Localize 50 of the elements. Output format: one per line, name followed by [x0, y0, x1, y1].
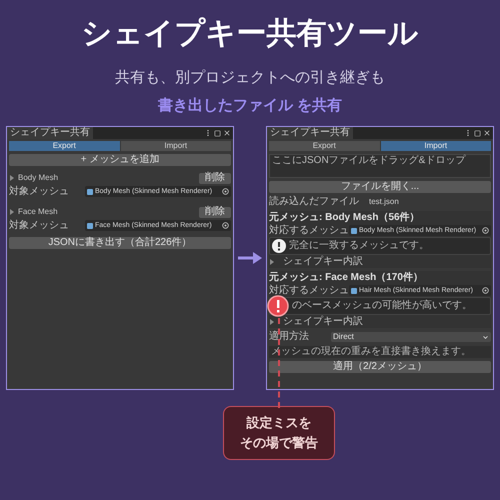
triangle-icon: [269, 319, 275, 325]
action-button[interactable]: ファイルを開く...: [269, 181, 491, 193]
foldout-label[interactable]: Body Mesh: [18, 172, 196, 184]
triangle-icon: [9, 209, 15, 215]
field-value: test.json: [369, 198, 399, 206]
close-icon[interactable]: [223, 129, 231, 137]
help-message: のベースメッシュの可能性が高いです。: [292, 301, 472, 311]
triangle-icon: [9, 175, 15, 181]
field-label: 読み込んだファイル: [269, 196, 360, 208]
maximize-icon[interactable]: [474, 130, 481, 136]
tab[interactable]: Export: [9, 141, 120, 151]
remove-button[interactable]: 削除: [199, 206, 231, 218]
field-label: 対応するメッシュ: [269, 226, 345, 236]
field-label: 対象メッシュ: [9, 186, 70, 196]
section-title: 元メッシュ: Body Mesh（56件）: [269, 212, 421, 224]
remove-button[interactable]: 削除: [199, 172, 231, 184]
warning-marker-icon: [267, 295, 289, 317]
field-label: 対象メッシュ: [9, 220, 70, 230]
help-message: 完全に一致するメッシュです。: [289, 241, 429, 251]
maximize-icon[interactable]: [214, 130, 221, 136]
callout-note: 設定ミスを その場で警告: [223, 406, 335, 460]
arrow-icon: [238, 251, 262, 265]
page-title: シェイプキー共有ツール: [82, 16, 418, 52]
drop-zone[interactable]: ここにJSONファイルをドラッグ&ドロップ: [269, 154, 491, 178]
close-icon[interactable]: [483, 129, 491, 137]
target-icon[interactable]: [222, 188, 229, 195]
highlight-text: 書き出したファイル を共有: [158, 96, 342, 116]
triangle-icon: [269, 259, 275, 265]
action-button[interactable]: JSONに書き出す（合計226件）: [9, 237, 231, 249]
mesh-icon: [87, 188, 93, 194]
tab[interactable]: Import: [120, 141, 231, 151]
field-label: 対応するメッシュ: [269, 286, 345, 296]
foldout-label[interactable]: シェイプキー内訳: [283, 257, 363, 267]
section-title: 元メッシュ: Face Mesh（170件）: [269, 272, 424, 284]
action-button[interactable]: 適用（2/2メッシュ）: [269, 361, 491, 373]
chevron-down-icon: [482, 334, 489, 340]
tab[interactable]: Export: [269, 141, 380, 151]
foldout-label[interactable]: シェイプキー内訳: [283, 317, 363, 327]
mesh-icon: [351, 288, 357, 294]
mesh-icon: [87, 222, 93, 228]
subtitle: 共有も、別プロジェクトへの引き継ぎも: [115, 68, 385, 88]
tab[interactable]: Import: [380, 141, 491, 151]
target-icon[interactable]: [482, 287, 489, 294]
target-icon[interactable]: [482, 227, 489, 234]
foldout-label[interactable]: Face Mesh: [18, 206, 196, 218]
field-label: 適用方法: [269, 332, 310, 342]
mesh-icon: [351, 228, 357, 234]
action-button[interactable]: + メッシュを追加: [9, 154, 231, 166]
dropdown[interactable]: Direct: [331, 332, 491, 342]
target-icon[interactable]: [222, 222, 229, 229]
